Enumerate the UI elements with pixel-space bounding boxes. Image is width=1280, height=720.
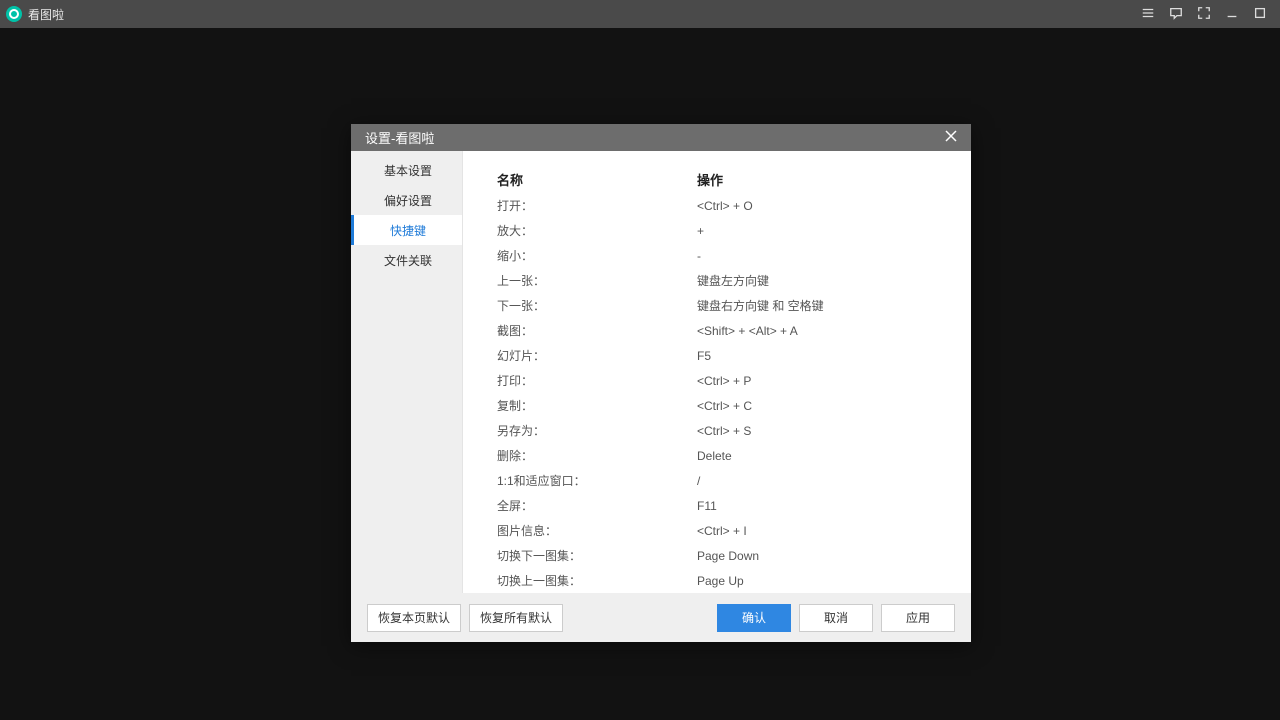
table-row: 缩小：-: [497, 243, 951, 268]
sidebar-item-label: 快捷键: [390, 222, 426, 239]
shortcut-name: 1:1和适应窗口：: [497, 472, 697, 489]
shortcut-key: <Ctrl> + C: [697, 399, 951, 413]
table-row: 放大：+: [497, 218, 951, 243]
dialog-titlebar: 设置-看图啦: [351, 124, 971, 151]
shortcut-key: Delete: [697, 449, 951, 463]
shortcut-name: 复制：: [497, 397, 697, 414]
shortcut-name: 打开：: [497, 197, 697, 214]
menu-button[interactable]: [1134, 0, 1162, 28]
column-header-op: 操作: [697, 170, 951, 189]
shortcut-key: /: [697, 474, 951, 488]
shortcut-key: F11: [697, 499, 951, 513]
shortcut-key: <Ctrl> + I: [697, 524, 951, 538]
table-row: 全屏：F11: [497, 493, 951, 518]
restore-all-defaults-button[interactable]: 恢复所有默认: [469, 604, 563, 632]
shortcut-name: 全屏：: [497, 497, 697, 514]
column-header-name: 名称: [497, 170, 697, 189]
sidebar-item-0[interactable]: 基本设置: [351, 155, 462, 185]
shortcut-name: 下一张：: [497, 297, 697, 314]
shortcuts-panel: 名称 操作 打开：<Ctrl> + O放大：+缩小：-上一张：键盘左方向键下一张…: [463, 151, 971, 593]
table-row: 截图：<Shift> + <Alt> + A: [497, 318, 951, 343]
shortcut-name: 缩小：: [497, 247, 697, 264]
dialog-close-button[interactable]: [941, 128, 961, 148]
expand-icon: [1197, 6, 1211, 23]
shortcut-key: Page Up: [697, 574, 951, 588]
sidebar-item-label: 偏好设置: [384, 192, 432, 209]
table-row: 另存为：<Ctrl> + S: [497, 418, 951, 443]
settings-dialog: 设置-看图啦 基本设置偏好设置快捷键文件关联 名称 操作 打开：<Ctrl> +…: [351, 124, 971, 642]
shortcut-name: 切换下一图集：: [497, 547, 697, 564]
table-row: 上一张：键盘左方向键: [497, 268, 951, 293]
table-row: 幻灯片：F5: [497, 343, 951, 368]
shortcut-name: 删除：: [497, 447, 697, 464]
main-canvas: 设置-看图啦 基本设置偏好设置快捷键文件关联 名称 操作 打开：<Ctrl> +…: [0, 28, 1280, 720]
shortcut-key: <Ctrl> + P: [697, 374, 951, 388]
shortcut-key: F5: [697, 349, 951, 363]
minimize-button[interactable]: [1218, 0, 1246, 28]
table-row: 切换下一图集：Page Down: [497, 543, 951, 568]
shortcut-name: 上一张：: [497, 272, 697, 289]
feedback-button[interactable]: [1162, 0, 1190, 28]
apply-button[interactable]: 应用: [881, 604, 955, 632]
table-row: 图片信息：<Ctrl> + I: [497, 518, 951, 543]
minimize-icon: [1225, 6, 1239, 23]
shortcut-key: <Ctrl> + O: [697, 199, 951, 213]
cancel-button[interactable]: 取消: [799, 604, 873, 632]
settings-sidebar: 基本设置偏好设置快捷键文件关联: [351, 151, 463, 593]
fullscreen-button[interactable]: [1190, 0, 1218, 28]
table-row: 复制：<Ctrl> + C: [497, 393, 951, 418]
ok-button[interactable]: 确认: [717, 604, 791, 632]
restore-page-defaults-button[interactable]: 恢复本页默认: [367, 604, 461, 632]
shortcut-key: <Shift> + <Alt> + A: [697, 324, 951, 338]
table-row: 1:1和适应窗口：/: [497, 468, 951, 493]
table-row: 删除：Delete: [497, 443, 951, 468]
app-titlebar: 看图啦: [0, 0, 1280, 28]
maximize-button[interactable]: [1246, 0, 1274, 28]
table-row: 切换上一图集：Page Up: [497, 568, 951, 593]
shortcuts-table: 名称 操作 打开：<Ctrl> + O放大：+缩小：-上一张：键盘左方向键下一张…: [497, 165, 951, 593]
table-row: 打开：<Ctrl> + O: [497, 193, 951, 218]
maximize-icon: [1253, 6, 1267, 23]
sidebar-item-2[interactable]: 快捷键: [351, 215, 462, 245]
sidebar-item-label: 文件关联: [384, 252, 432, 269]
shortcut-key: +: [697, 224, 951, 238]
app-title: 看图啦: [28, 6, 64, 23]
shortcut-name: 另存为：: [497, 422, 697, 439]
shortcut-name: 图片信息：: [497, 522, 697, 539]
table-row: 打印：<Ctrl> + P: [497, 368, 951, 393]
dialog-footer: 恢复本页默认 恢复所有默认 确认 取消 应用: [351, 593, 971, 642]
close-icon: [945, 130, 957, 145]
sidebar-item-3[interactable]: 文件关联: [351, 245, 462, 275]
shortcut-name: 截图：: [497, 322, 697, 339]
dialog-title: 设置-看图啦: [365, 128, 434, 147]
shortcut-name: 切换上一图集：: [497, 572, 697, 589]
shortcut-key: -: [697, 249, 951, 263]
app-logo-icon: [6, 6, 22, 22]
hamburger-icon: [1141, 6, 1155, 23]
table-row: 下一张：键盘右方向键 和 空格键: [497, 293, 951, 318]
sidebar-item-1[interactable]: 偏好设置: [351, 185, 462, 215]
shortcut-key: Page Down: [697, 549, 951, 563]
shortcut-name: 放大：: [497, 222, 697, 239]
shortcut-name: 打印：: [497, 372, 697, 389]
shortcut-name: 幻灯片：: [497, 347, 697, 364]
shortcut-key: <Ctrl> + S: [697, 424, 951, 438]
speech-bubble-icon: [1169, 6, 1183, 23]
sidebar-item-label: 基本设置: [384, 162, 432, 179]
shortcut-key: 键盘左方向键: [697, 272, 951, 289]
shortcut-key: 键盘右方向键 和 空格键: [697, 297, 951, 314]
